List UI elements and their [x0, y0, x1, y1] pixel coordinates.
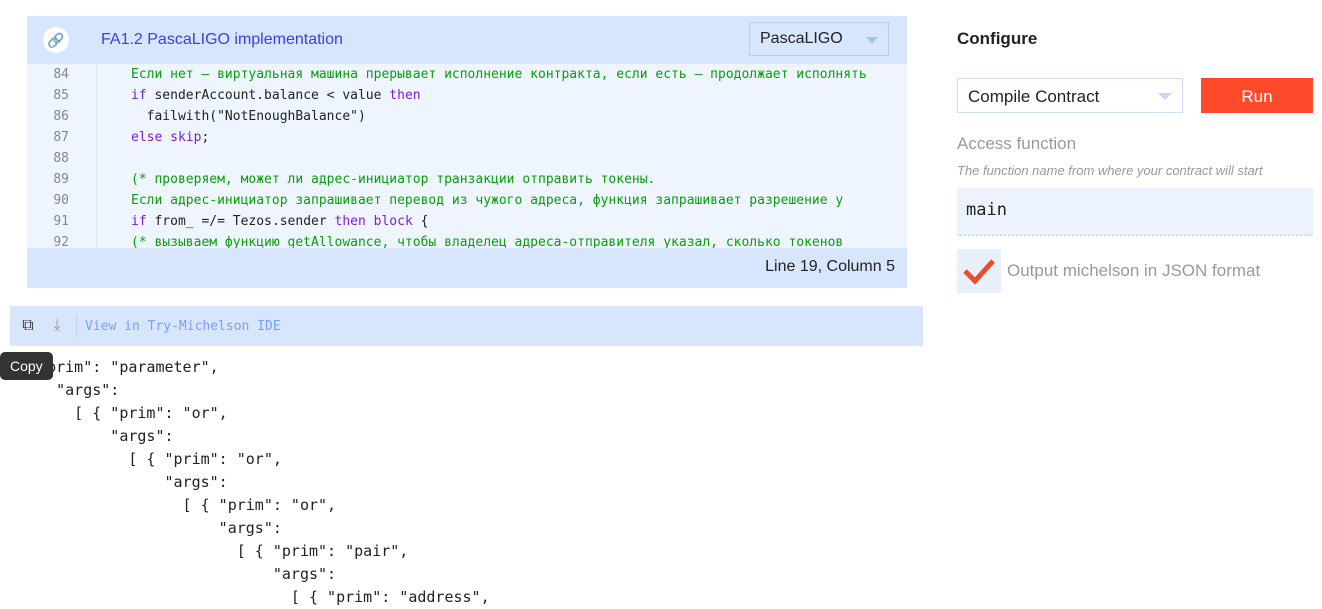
json-format-label: Output michelson in JSON format: [1007, 261, 1260, 281]
output-toolbar: ⧉ ⤓ View in Try-Michelson IDE: [10, 306, 923, 346]
line-number: 91: [27, 211, 71, 232]
chevron-down-icon: [1158, 93, 1172, 100]
chevron-down-icon: [866, 37, 878, 44]
code-line: 84 Если нет — виртуальная машина прерывае…: [27, 64, 907, 85]
line-number: 86: [27, 106, 71, 127]
code-line: 87 else skip;: [27, 127, 907, 148]
language-value: PascaLIGO: [760, 30, 843, 47]
cursor-status: Line 19, Column 5: [27, 248, 907, 288]
copy-icon[interactable]: ⧉: [17, 315, 39, 337]
line-number: 90: [27, 190, 71, 211]
gutter: [71, 190, 97, 211]
code-token: ;: [201, 127, 209, 148]
code-token: then: [389, 85, 420, 106]
gutter: [71, 64, 97, 85]
action-value: Compile Contract: [968, 87, 1099, 106]
line-number: 84: [27, 64, 71, 85]
editor-header: 🔗 FA1.2 PascaLIGO implementation PascaLI…: [27, 16, 907, 64]
line-number: 87: [27, 127, 71, 148]
gutter: [71, 85, 97, 106]
code-token: {: [413, 211, 429, 232]
code-line: 91 if from_ =/= Tezos.sender then block {: [27, 211, 907, 232]
compiled-output: { "prim": "parameter", "args": [ { "prim…: [20, 356, 490, 609]
run-button[interactable]: Run: [1201, 78, 1313, 113]
code-token: senderAccount.balance < value: [147, 85, 390, 106]
code-token: Если нет — виртуальная машина прерывает …: [131, 64, 867, 85]
code-token: else skip: [131, 127, 201, 148]
line-number: 85: [27, 85, 71, 106]
code-line: 92 (* вызываем функцию getAllowance, чтоб…: [27, 232, 907, 249]
gutter: [71, 148, 97, 169]
code-token: from_ =/= Tezos.sender: [147, 211, 335, 232]
gutter: [71, 127, 97, 148]
access-function-hint: The function name from where your contra…: [957, 163, 1263, 178]
gutter: [71, 232, 97, 249]
divider: [76, 315, 77, 337]
code-editor-panel: 🔗 FA1.2 PascaLIGO implementation PascaLI…: [27, 16, 907, 288]
copy-tooltip: Copy: [0, 352, 53, 380]
line-number: 89: [27, 169, 71, 190]
code-token: (* вызываем функцию getAllowance, чтобы …: [131, 232, 843, 249]
gutter: [71, 169, 97, 190]
view-in-try-michelson-link[interactable]: View in Try-Michelson IDE: [85, 319, 281, 334]
editor-title[interactable]: FA1.2 PascaLIGO implementation: [101, 31, 343, 49]
access-function-label: Access function: [957, 134, 1076, 154]
gutter: [71, 106, 97, 127]
code-token: Если адрес-инициатор запрашивает перевод…: [131, 190, 843, 211]
code-token: then block: [335, 211, 413, 232]
code-area[interactable]: 84 Если нет — виртуальная машина прерывае…: [27, 64, 907, 249]
line-number: 92: [27, 232, 71, 249]
code-token: if: [131, 85, 147, 106]
link-icon[interactable]: 🔗: [43, 27, 69, 53]
code-line: 88: [27, 148, 907, 169]
access-function-input[interactable]: main: [957, 188, 1313, 236]
code-line: 89 (* проверяем, может ли адрес-инициатор…: [27, 169, 907, 190]
code-line: 85 if senderAccount.balance < value then: [27, 85, 907, 106]
language-select[interactable]: PascaLIGO: [749, 22, 889, 56]
configure-title: Configure: [957, 29, 1037, 49]
json-format-checkbox[interactable]: [957, 249, 1001, 293]
code-line: 86 failwith("NotEnoughBalance"): [27, 106, 907, 127]
code-token: if: [131, 211, 147, 232]
line-number: 88: [27, 148, 71, 169]
gutter: [71, 211, 97, 232]
checkmark-icon: [962, 257, 996, 285]
code-token: failwith("NotEnoughBalance"): [131, 106, 366, 127]
action-select[interactable]: Compile Contract: [957, 78, 1183, 113]
download-icon[interactable]: ⤓: [46, 315, 68, 337]
code-line: 90 Если адрес-инициатор запрашивает перев…: [27, 190, 907, 211]
code-token: (* проверяем, может ли адрес-инициатор т…: [131, 169, 655, 190]
